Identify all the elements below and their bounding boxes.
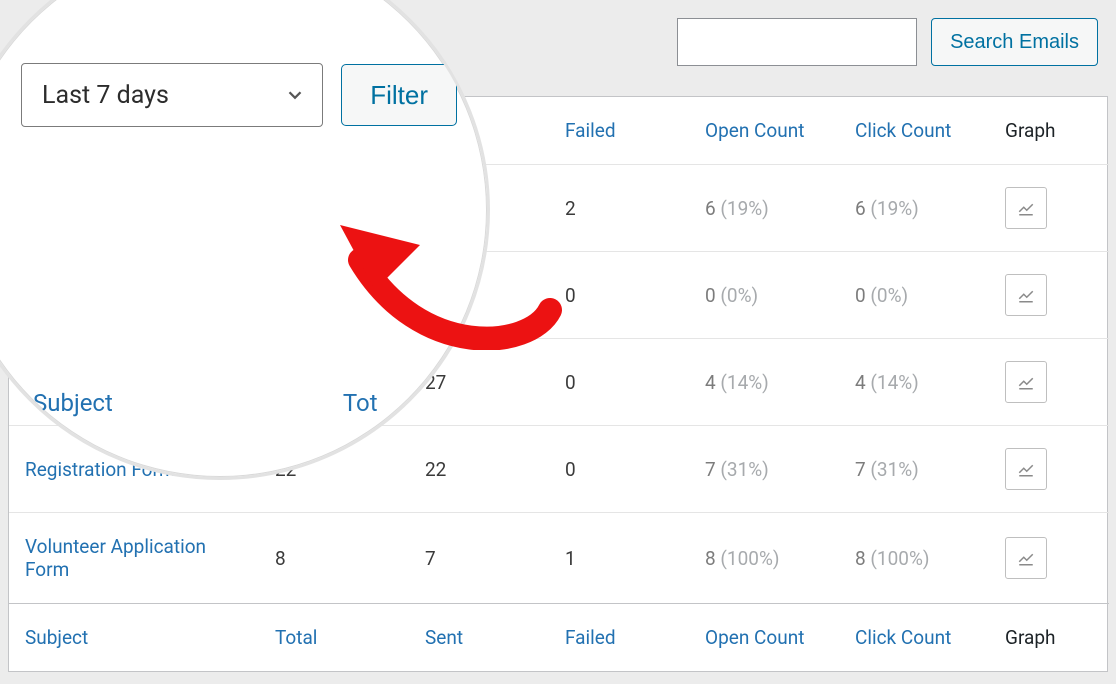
footer-sent[interactable]: Sent: [409, 604, 549, 672]
graph-button[interactable]: [1005, 537, 1047, 579]
cell-graph: [989, 165, 1109, 252]
cell-failed: 1: [549, 513, 689, 604]
magnified-headers: Subject Tot: [33, 389, 378, 417]
cell-open: 0 (0%): [689, 252, 839, 339]
footer-failed[interactable]: Failed: [549, 604, 689, 672]
cell-open: 4 (14%): [689, 339, 839, 426]
cell-click: 4 (14%): [839, 339, 989, 426]
table-row: Volunteer Application Form8718 (100%)8 (…: [9, 513, 1109, 604]
cell-failed: 2: [549, 165, 689, 252]
cell-total: 8: [259, 513, 409, 604]
subject-link[interactable]: Volunteer Application Form: [25, 535, 206, 581]
footer-subject[interactable]: Subject: [9, 604, 259, 672]
cell-graph: [989, 426, 1109, 513]
email-log-screenshot: Search Emails nt Failed Open Count Click…: [0, 0, 1116, 684]
search-bar: Search Emails: [677, 18, 1098, 66]
cell-click: 6 (19%): [839, 165, 989, 252]
date-range-selected-label: Last 7 days: [42, 81, 169, 110]
footer-click[interactable]: Click Count: [839, 604, 989, 672]
search-emails-button[interactable]: Search Emails: [931, 18, 1098, 66]
date-range-select[interactable]: Last 7 days: [21, 63, 323, 127]
cell-failed: 0: [549, 426, 689, 513]
table-footer-row: Subject Total Sent Failed Open Count Cli…: [9, 604, 1109, 672]
cell-sent: 22: [409, 426, 549, 513]
chevron-down-icon: [284, 84, 306, 106]
cell-open: 6 (19%): [689, 165, 839, 252]
graph-button[interactable]: [1005, 361, 1047, 403]
cell-graph: [989, 513, 1109, 604]
col-failed[interactable]: Failed: [549, 97, 689, 165]
cell-sent: 7: [409, 513, 549, 604]
cell-failed: 0: [549, 252, 689, 339]
search-emails-input[interactable]: [677, 18, 917, 66]
cell-open: 7 (31%): [689, 426, 839, 513]
footer-open[interactable]: Open Count: [689, 604, 839, 672]
cell-click: 0 (0%): [839, 252, 989, 339]
col-click[interactable]: Click Count: [839, 97, 989, 165]
filter-controls: Last 7 days Filter: [21, 63, 457, 127]
footer-graph: Graph: [989, 604, 1109, 672]
magnified-total-header[interactable]: Tot: [343, 389, 378, 417]
cell-graph: [989, 339, 1109, 426]
cell-click: 7 (31%): [839, 426, 989, 513]
graph-button[interactable]: [1005, 274, 1047, 316]
cell-failed: 0: [549, 339, 689, 426]
graph-button[interactable]: [1005, 448, 1047, 490]
col-open[interactable]: Open Count: [689, 97, 839, 165]
footer-total[interactable]: Total: [259, 604, 409, 672]
col-graph: Graph: [989, 97, 1109, 165]
cell-subject: Volunteer Application Form: [9, 513, 259, 604]
graph-button[interactable]: [1005, 187, 1047, 229]
filter-button[interactable]: Filter: [341, 64, 457, 126]
cell-open: 8 (100%): [689, 513, 839, 604]
cell-graph: [989, 252, 1109, 339]
magnified-subject-header[interactable]: Subject: [33, 389, 113, 417]
cell-click: 8 (100%): [839, 513, 989, 604]
